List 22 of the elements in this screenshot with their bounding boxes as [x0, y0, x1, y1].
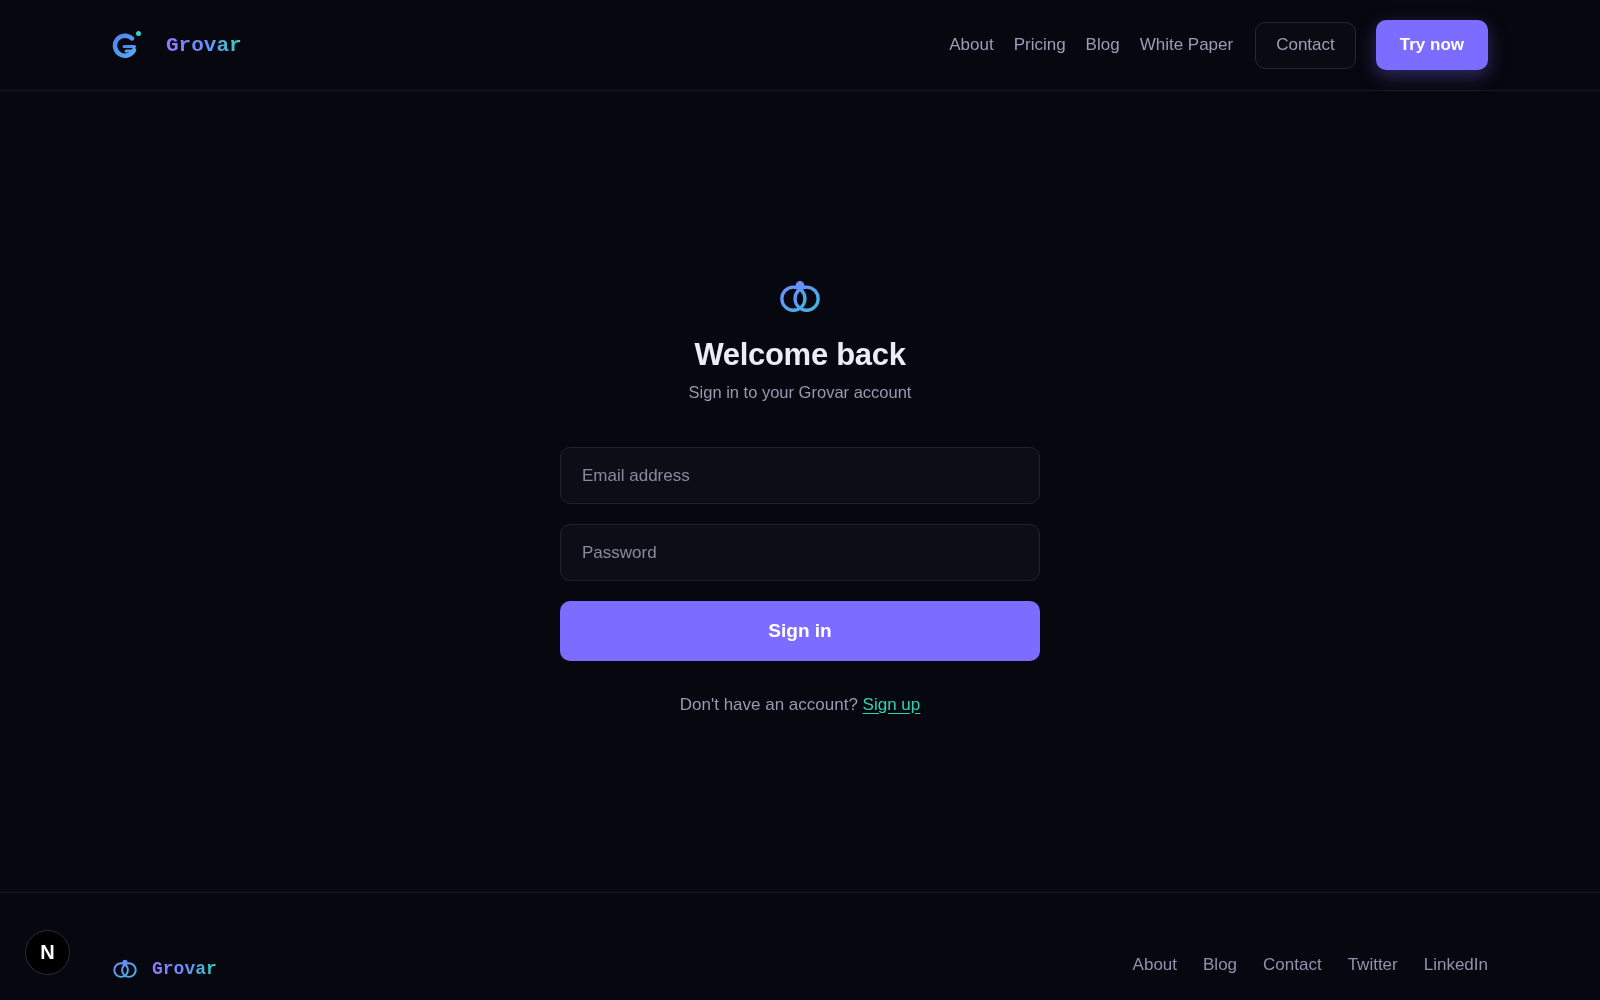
page-subtitle: Sign in to your Grovar account — [688, 383, 912, 402]
logo-icon — [112, 30, 142, 60]
nav-link[interactable]: White Paper — [1139, 35, 1234, 55]
nav-link[interactable]: Pricing — [1013, 35, 1066, 55]
footer-link[interactable]: Contact — [1263, 955, 1322, 975]
nav-link[interactable]: Blog — [1085, 35, 1120, 55]
page-title: Welcome back — [694, 337, 906, 373]
sign-up-prompt: Don't have an account? Sign up — [679, 695, 921, 715]
footer-link[interactable]: Blog — [1203, 955, 1238, 975]
footer-link[interactable]: About — [1132, 955, 1178, 975]
rings-icon — [112, 959, 138, 979]
footer-link[interactable]: Twitter — [1347, 955, 1398, 975]
dev-indicator-button[interactable]: N — [25, 930, 70, 975]
footer-link[interactable]: LinkedIn — [1423, 955, 1488, 975]
outline-button[interactable]: Contact — [1255, 21, 1356, 69]
sign-in-button[interactable]: Sign in — [560, 601, 1040, 661]
input-field[interactable]: Password — [560, 524, 1040, 581]
nav-link[interactable]: About — [949, 35, 994, 55]
sign-up-link[interactable]: Sign up — [862, 695, 921, 714]
input-field[interactable]: Email address — [560, 447, 1040, 504]
primary-button[interactable]: Try now — [1375, 20, 1488, 70]
rings-icon — [778, 280, 822, 313]
